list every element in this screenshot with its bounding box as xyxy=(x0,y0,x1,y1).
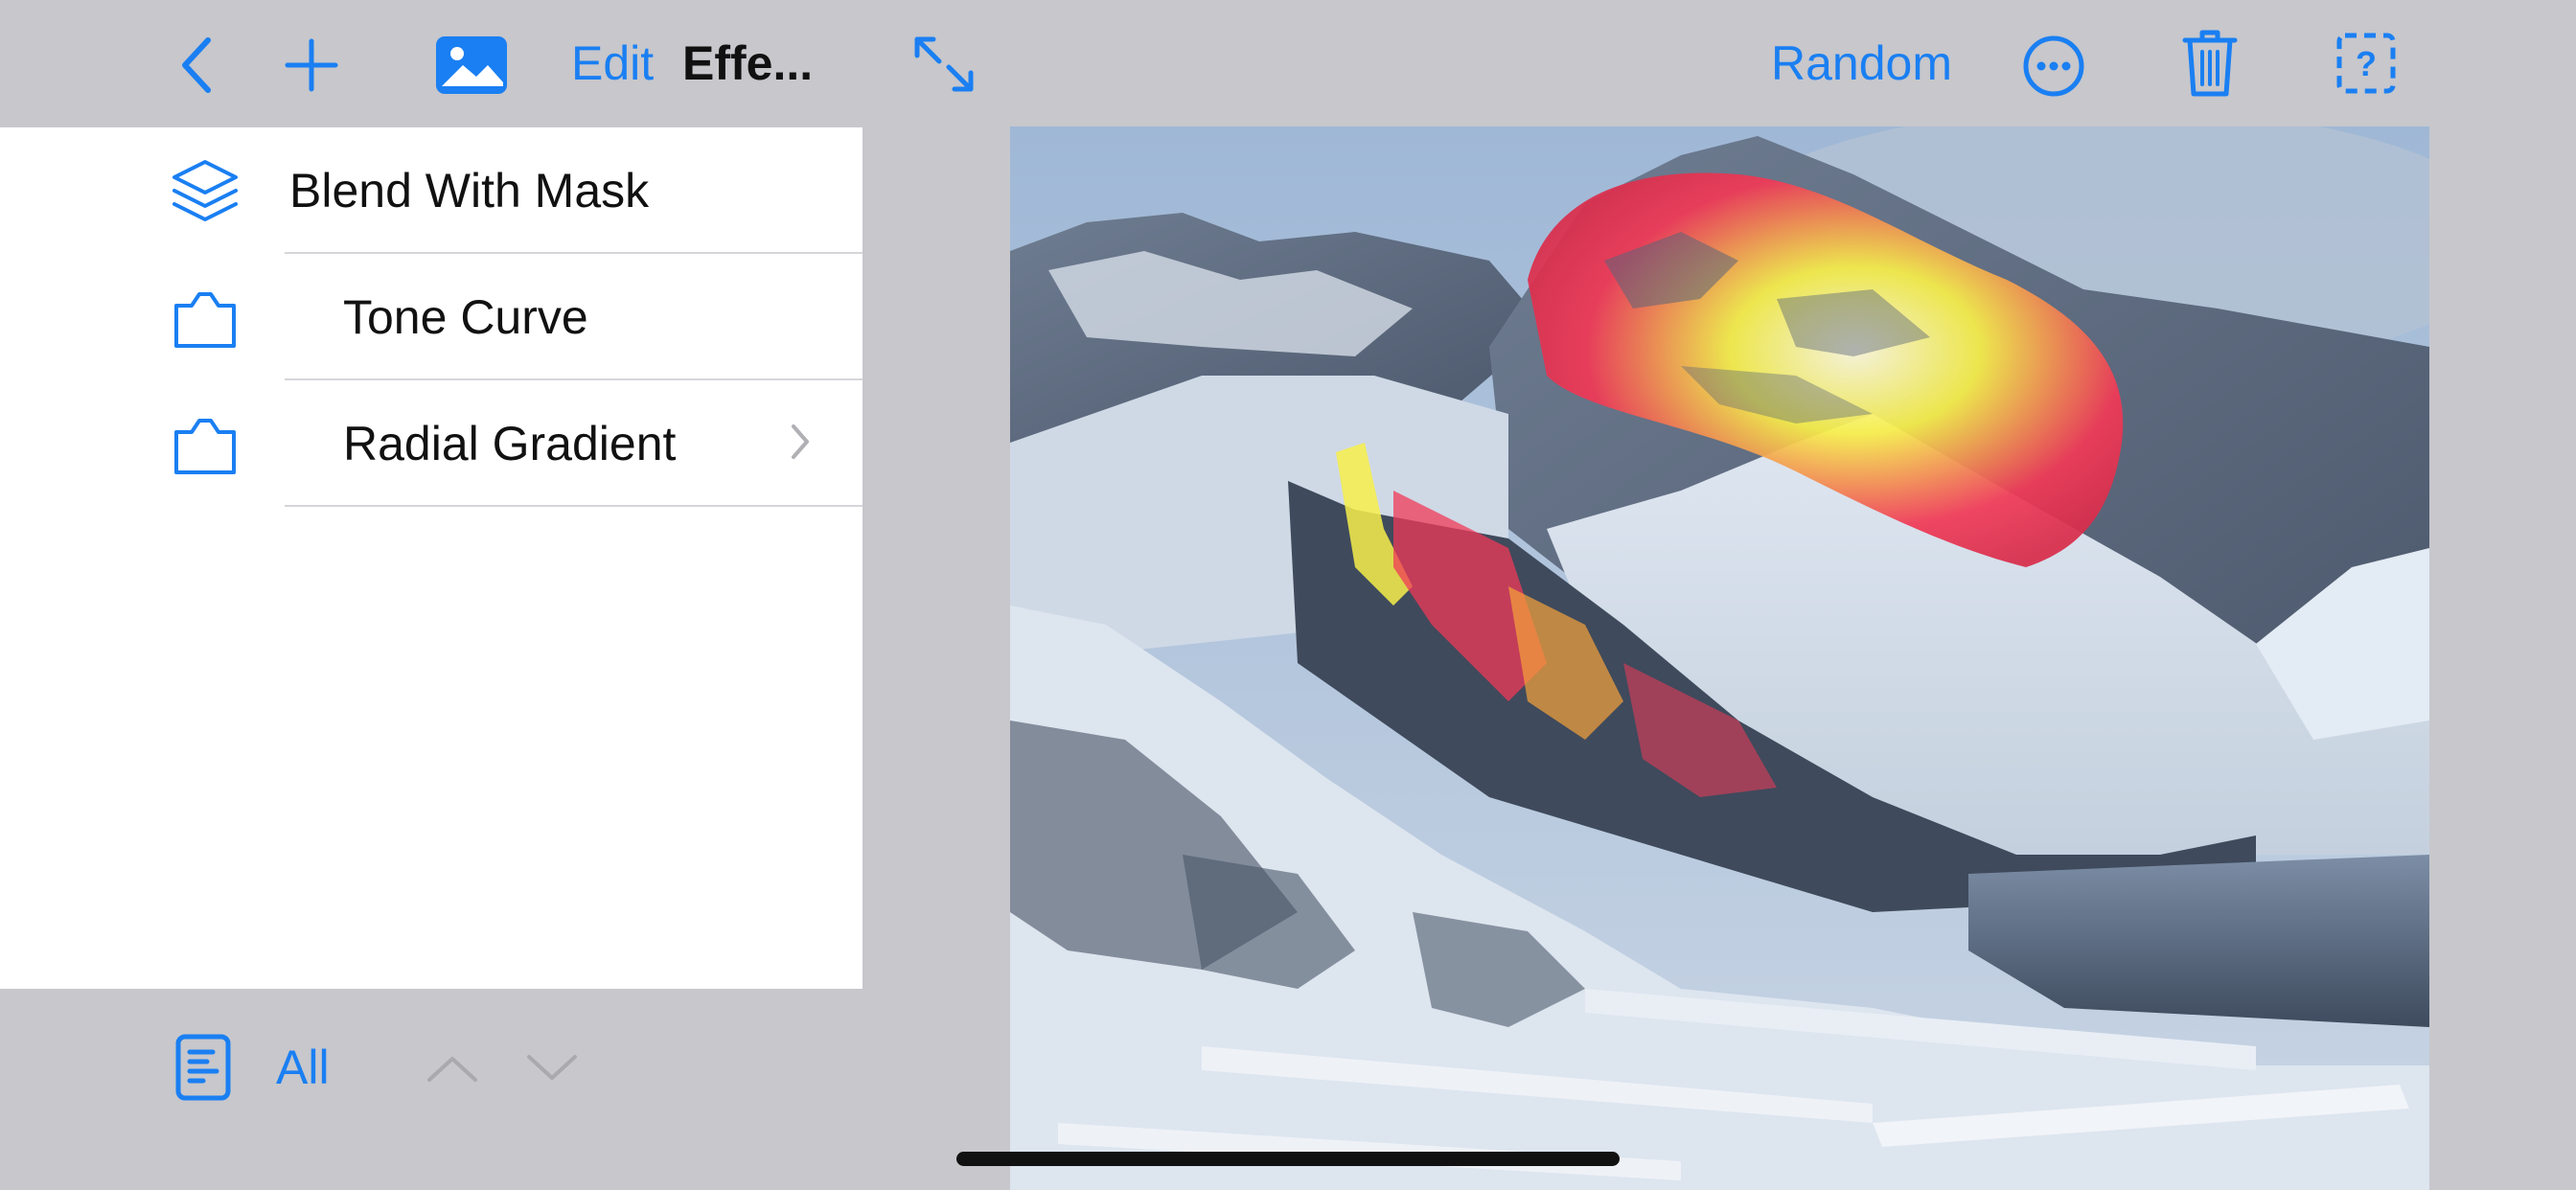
list-item-label: Tone Curve xyxy=(343,290,588,344)
arrows-expand-icon xyxy=(914,36,974,92)
photo-canvas xyxy=(1010,126,2429,1190)
list-item-label: Blend With Mask xyxy=(289,164,650,217)
image-button[interactable] xyxy=(431,31,512,100)
move-up-button[interactable] xyxy=(422,1044,483,1092)
image-preview xyxy=(1010,126,2429,1190)
move-down-button[interactable] xyxy=(521,1044,583,1092)
ellipsis-circle-icon xyxy=(2023,35,2084,97)
top-toolbar: Edit Effe... Random ? xyxy=(0,0,2576,126)
list-item-tone-curve[interactable]: Tone Curve xyxy=(0,254,862,380)
chevron-up-icon xyxy=(427,1057,477,1082)
effects-list-panel: Blend With Mask Tone Curve Radial Gradie… xyxy=(0,127,862,989)
divider xyxy=(285,505,862,507)
tag-square-icon xyxy=(174,292,236,348)
tag-square-icon xyxy=(174,419,236,474)
list-item-label: Radial Gradient xyxy=(343,417,677,470)
plus-icon xyxy=(285,38,338,92)
page-title: Effe... xyxy=(682,36,814,90)
random-button[interactable]: Random xyxy=(1771,33,1952,94)
list-item-blend-with-mask[interactable]: Blend With Mask xyxy=(0,127,862,254)
svg-text:?: ? xyxy=(2356,44,2377,83)
dashed-question-icon: ? xyxy=(2336,33,2396,94)
chevron-right-icon xyxy=(792,424,809,459)
more-button[interactable] xyxy=(2020,33,2087,100)
chevron-left-icon xyxy=(182,37,211,93)
list-item-radial-gradient[interactable]: Radial Gradient xyxy=(0,380,862,507)
document-list-icon xyxy=(175,1034,231,1101)
document-list-button[interactable] xyxy=(172,1031,234,1104)
trash-button[interactable] xyxy=(2179,25,2241,100)
help-button[interactable]: ? xyxy=(2334,31,2398,96)
add-button[interactable] xyxy=(278,29,345,102)
layers-icon xyxy=(172,160,238,221)
filter-all-button[interactable]: All xyxy=(276,1039,330,1096)
expand-button[interactable] xyxy=(910,33,978,96)
photo-icon xyxy=(436,36,507,94)
bottom-toolbar: All xyxy=(0,989,862,1152)
chevron-down-icon xyxy=(527,1055,577,1080)
back-button[interactable] xyxy=(163,29,230,102)
trash-icon xyxy=(2182,30,2238,97)
edit-button[interactable]: Edit xyxy=(571,33,654,94)
home-indicator xyxy=(956,1152,1620,1166)
